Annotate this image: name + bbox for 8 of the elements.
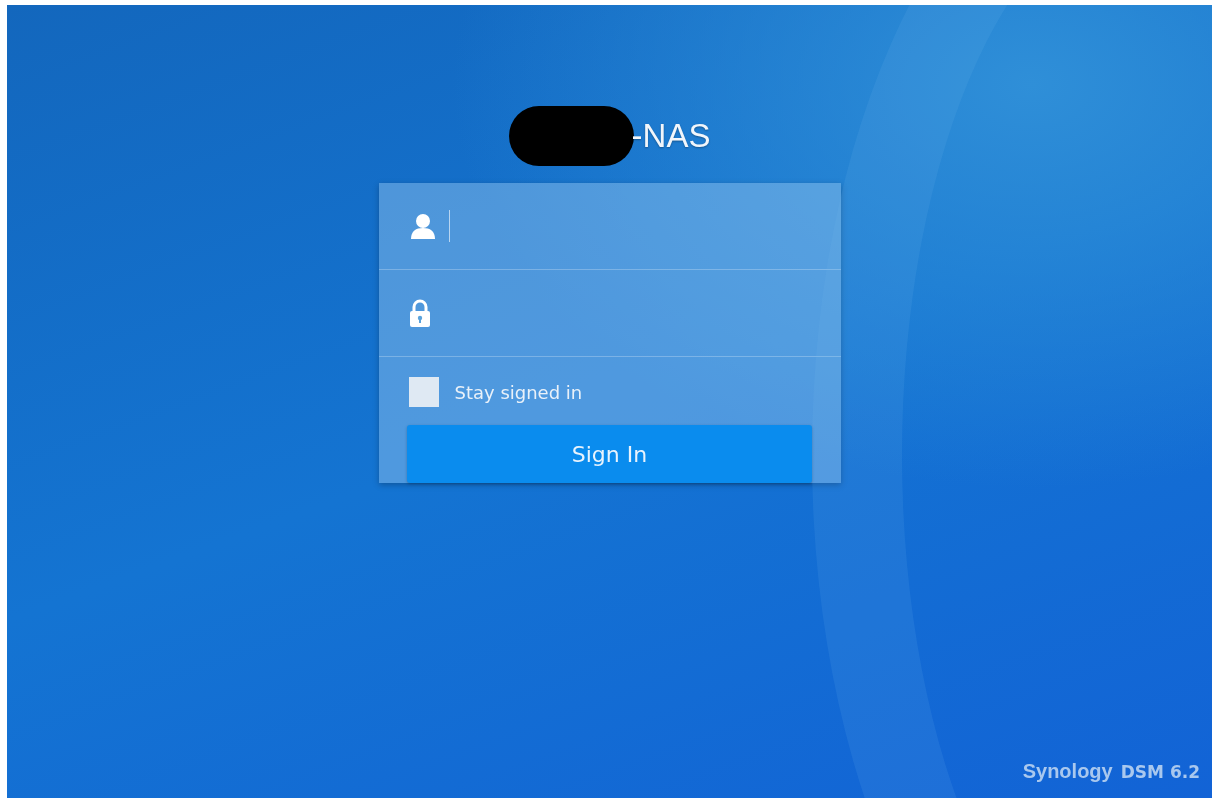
brand-logo: Synology [1022, 759, 1113, 784]
checkbox[interactable] [408, 377, 439, 407]
server-name: -NAS [631, 116, 711, 157]
lock-icon [408, 299, 431, 327]
product-version: DSM 6.2 [1120, 761, 1200, 784]
checkbox-label: Stay signed in [454, 380, 583, 405]
sign-in-button[interactable]: Sign In [407, 425, 812, 483]
user-icon [408, 213, 437, 239]
